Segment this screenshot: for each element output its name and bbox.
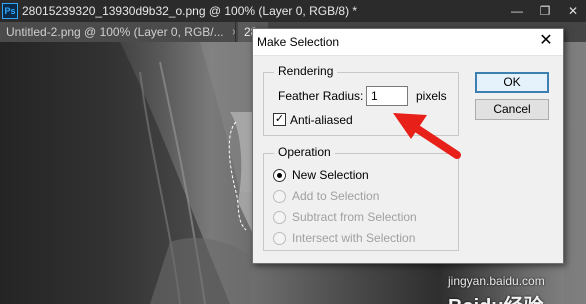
radio-intersect-with-selection[interactable] (273, 232, 286, 245)
window-title: 28015239320_13930d9b32_o.png @ 100% (Lay… (22, 4, 358, 18)
app-titlebar: Ps 28015239320_13930d9b32_o.png @ 100% (… (0, 0, 586, 22)
feather-radius-input[interactable] (366, 86, 408, 106)
photoshop-logo-icon: Ps (2, 3, 18, 19)
feather-radius-label: Feather Radius: (278, 89, 364, 103)
minimize-button[interactable]: — (504, 1, 530, 21)
anti-aliased-label: Anti-aliased (290, 113, 353, 127)
feather-unit-label: pixels (416, 89, 447, 103)
ok-button[interactable]: OK (475, 72, 549, 93)
operation-legend: Operation (274, 145, 335, 159)
make-selection-dialog: Make Selection ✕ Rendering Feather Radiu… (252, 28, 564, 264)
dialog-close-button[interactable]: ✕ (537, 32, 555, 50)
intersect-with-selection-label: Intersect with Selection (292, 231, 416, 245)
rendering-legend: Rendering (274, 64, 338, 78)
anti-aliased-checkbox[interactable]: ✓ (273, 113, 286, 126)
subtract-from-selection-label: Subtract from Selection (292, 210, 417, 224)
tab-close-icon[interactable]: × (232, 25, 235, 39)
operation-group: Operation New Selection Add to Selection… (263, 145, 459, 251)
radio-subtract-from-selection[interactable] (273, 211, 286, 224)
baidu-watermark-url: jingyan.baidu.com (448, 274, 545, 288)
restore-button[interactable]: ❐ (532, 1, 558, 21)
rendering-group: Rendering Feather Radius: pixels ✓ Anti-… (263, 64, 459, 136)
add-to-selection-label: Add to Selection (292, 189, 380, 203)
baidu-watermark: Baidu经验 (448, 290, 544, 304)
tab-label: Untitled-2.png @ 100% (Layer 0, RGB/... (6, 25, 224, 39)
radio-add-to-selection[interactable] (273, 190, 286, 203)
tab-untitled-2[interactable]: Untitled-2.png @ 100% (Layer 0, RGB/... × (0, 22, 236, 42)
dialog-titlebar[interactable]: Make Selection ✕ (253, 29, 563, 56)
radio-new-selection[interactable] (273, 169, 286, 182)
new-selection-label: New Selection (292, 168, 369, 182)
cancel-button[interactable]: Cancel (475, 99, 549, 120)
radio-selected-dot (277, 173, 282, 178)
close-window-button[interactable]: ✕ (560, 1, 586, 21)
dialog-title: Make Selection (257, 35, 340, 49)
